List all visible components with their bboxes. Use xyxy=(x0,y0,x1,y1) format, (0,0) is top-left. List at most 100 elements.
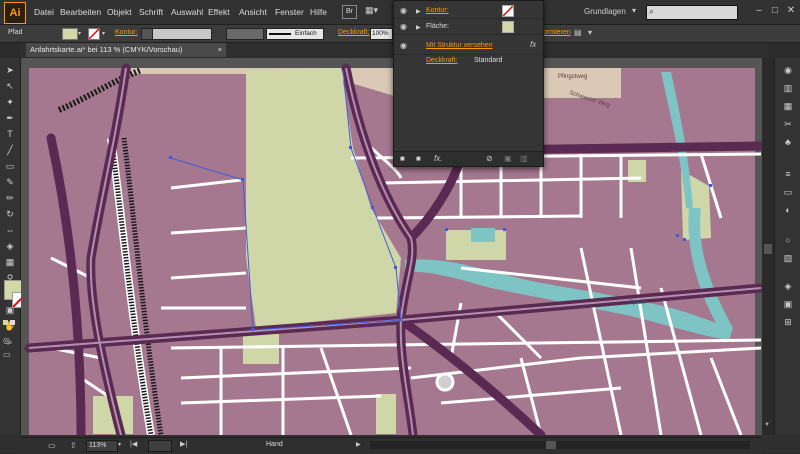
transparency-panel-icon[interactable]: ◐ xyxy=(781,204,795,216)
minimize-button[interactable]: – xyxy=(752,5,766,17)
duplicate-item-icon[interactable]: ▣ xyxy=(504,154,512,163)
pool xyxy=(471,228,495,242)
first-artboard-button[interactable]: |◀ xyxy=(130,440,138,450)
menu-auswahl[interactable]: Auswahl xyxy=(171,7,203,17)
river-label-spree: Spree xyxy=(629,300,646,306)
panel-menu-icon[interactable]: ▾ xyxy=(588,28,592,37)
layers-panel-icon[interactable]: ◈ xyxy=(781,280,795,292)
variable-width-dropdown[interactable] xyxy=(226,28,264,40)
symbols-panel-icon[interactable]: ♣ xyxy=(781,136,795,148)
menu-objekt[interactable]: Objekt xyxy=(107,7,132,17)
rectangle-tool-icon[interactable]: ▭ xyxy=(3,160,17,172)
draw-mode-icon[interactable]: ◎ xyxy=(3,336,10,345)
line-tool-icon[interactable]: ╱ xyxy=(3,144,17,156)
appearance-panel-icon[interactable]: ○ xyxy=(781,234,795,246)
zoom-dropdown-icon[interactable]: ▾ xyxy=(118,441,121,448)
paintbrush-tool-icon[interactable]: ✎ xyxy=(3,176,17,188)
swatches-panel-icon[interactable]: ▦ xyxy=(781,100,795,112)
workspace-chevron-icon[interactable]: ▾ xyxy=(632,6,636,15)
expand-triangle-icon[interactable]: ▶ xyxy=(416,24,421,31)
visibility-eye-icon[interactable]: ◉ xyxy=(400,6,407,15)
appearance-kontur-row[interactable]: ◉ ▶ Kontur: xyxy=(394,4,543,19)
stroke-profile-dropdown[interactable]: Einfach xyxy=(266,28,324,40)
appearance-flaeche-row[interactable]: ◉ ▶ Fläche: xyxy=(394,20,543,35)
color-guide-icon[interactable]: ▥ xyxy=(781,82,795,94)
search-input[interactable]: ⌕ xyxy=(646,5,738,20)
add-stroke-icon[interactable]: ■ xyxy=(400,154,405,163)
arrange-documents-icon[interactable]: ▦▾ xyxy=(365,5,378,16)
gradient-panel-icon[interactable]: ▭ xyxy=(781,186,795,198)
visibility-eye-icon[interactable]: ◉ xyxy=(400,22,407,31)
menu-hilfe[interactable]: Hilfe xyxy=(310,7,327,17)
stroke-none-swatch[interactable] xyxy=(88,28,100,40)
appearance-deckkraft-link[interactable]: Deckkraft: xyxy=(426,57,458,64)
transform-link[interactable]: ormieren xyxy=(543,29,571,36)
rotate-tool-icon[interactable]: ↻ xyxy=(3,208,17,220)
color-mode-swatch[interactable] xyxy=(3,320,8,325)
status-menu-icon[interactable]: ▶ xyxy=(356,441,361,448)
bridge-button[interactable]: Br xyxy=(342,5,357,19)
add-fill-icon[interactable]: ■ xyxy=(416,154,421,163)
gradient-mode-swatch[interactable] xyxy=(10,320,15,325)
delete-item-icon[interactable]: ▥ xyxy=(520,154,528,163)
appearance-effect-row[interactable]: ◉ Mit Struktur versehen fx xyxy=(394,38,543,55)
appearance-stroke-swatch[interactable] xyxy=(502,5,514,17)
horizontal-scroll-thumb[interactable] xyxy=(546,441,556,449)
menu-datei[interactable]: Datei xyxy=(34,7,54,17)
close-tab-icon[interactable]: × xyxy=(218,43,222,57)
scroll-down-icon[interactable]: ▼ xyxy=(764,422,770,428)
width-tool-icon[interactable]: ⇔ xyxy=(3,224,17,236)
add-effect-button[interactable]: fx. xyxy=(434,154,442,163)
deckkraft-link[interactable]: Deckkraft: xyxy=(338,29,370,36)
appearance-fill-swatch[interactable] xyxy=(502,21,514,33)
clear-appearance-icon[interactable]: ⊘ xyxy=(486,154,493,163)
pen-tool-icon[interactable]: ✒ xyxy=(3,112,17,124)
next-artboard-button[interactable]: ▶| xyxy=(180,440,187,448)
zoom-level-field[interactable]: 113% xyxy=(86,440,118,452)
maximize-button[interactable]: □ xyxy=(768,5,782,17)
stroke-panel-icon[interactable]: ≡ xyxy=(781,168,795,180)
document-tab[interactable]: Anfahrtskarte.ai* bei 113 % (CMYK/Vorsch… xyxy=(26,43,226,57)
selection-tool-icon[interactable]: ➤ xyxy=(3,64,17,76)
workspace-switcher[interactable]: Grundlagen xyxy=(584,7,626,16)
roundabout xyxy=(435,372,455,392)
object-type-label: Pfad xyxy=(8,29,23,36)
menu-effekt[interactable]: Effekt xyxy=(208,7,230,17)
stroke-weight-field[interactable] xyxy=(152,28,212,40)
blob-brush-tool-icon[interactable]: ✏ xyxy=(3,192,17,204)
magic-wand-tool-icon[interactable]: ✦ xyxy=(3,96,17,108)
color-panel-icon[interactable]: ◉ xyxy=(781,64,795,76)
upload-icon[interactable]: ⇧ xyxy=(70,441,77,450)
kontur-link[interactable]: Kontur: xyxy=(115,29,138,36)
brushes-panel-icon[interactable]: ✂ xyxy=(781,118,795,130)
menu-ansicht[interactable]: Ansicht xyxy=(239,7,267,17)
horizontal-scrollbar[interactable] xyxy=(370,441,750,449)
artboard-canvas[interactable]: Pfingstweg Schwarzer Weg Spree xyxy=(21,58,762,435)
graphic-styles-panel-icon[interactable]: ▧ xyxy=(781,252,795,264)
appearance-kontur-link[interactable]: Kontur: xyxy=(426,7,449,14)
vertical-scrollbar[interactable]: ▼ xyxy=(762,58,774,435)
visibility-eye-icon[interactable]: ◉ xyxy=(400,41,407,50)
transform-panel-icon[interactable]: ⊞ xyxy=(781,316,795,328)
artboard-number-field[interactable] xyxy=(148,440,172,452)
menu-schrift[interactable]: Schrift xyxy=(139,7,163,17)
shape-builder-tool-icon[interactable]: ◈ xyxy=(3,240,17,252)
opacity-field[interactable]: 100% xyxy=(370,28,393,40)
struktur-effect-link[interactable]: Mit Struktur versehen xyxy=(426,42,493,49)
perspective-grid-tool-icon[interactable]: ▦ xyxy=(3,256,17,268)
fx-icon[interactable]: fx xyxy=(530,40,536,49)
expand-triangle-icon[interactable]: ▶ xyxy=(416,8,421,15)
vertical-scroll-thumb[interactable] xyxy=(764,244,772,254)
appearance-opacity-row[interactable]: Deckkraft: Standard xyxy=(394,54,543,68)
fill-dropdown-icon[interactable]: ▾ xyxy=(78,30,81,37)
fill-color-swatch[interactable] xyxy=(62,28,78,40)
artboards-panel-icon[interactable]: ▣ xyxy=(781,298,795,310)
close-button[interactable]: ✕ xyxy=(784,5,798,17)
align-icon[interactable]: ▤ xyxy=(574,28,582,37)
menu-bearbeiten[interactable]: Bearbeiten xyxy=(60,7,101,17)
screen-mode-icon[interactable]: ▭ xyxy=(3,350,11,359)
menu-fenster[interactable]: Fenster xyxy=(275,7,304,17)
stroke-dropdown-icon[interactable]: ▾ xyxy=(102,30,105,37)
direct-selection-tool-icon[interactable]: ↖ xyxy=(3,80,17,92)
type-tool-icon[interactable]: T xyxy=(3,128,17,140)
